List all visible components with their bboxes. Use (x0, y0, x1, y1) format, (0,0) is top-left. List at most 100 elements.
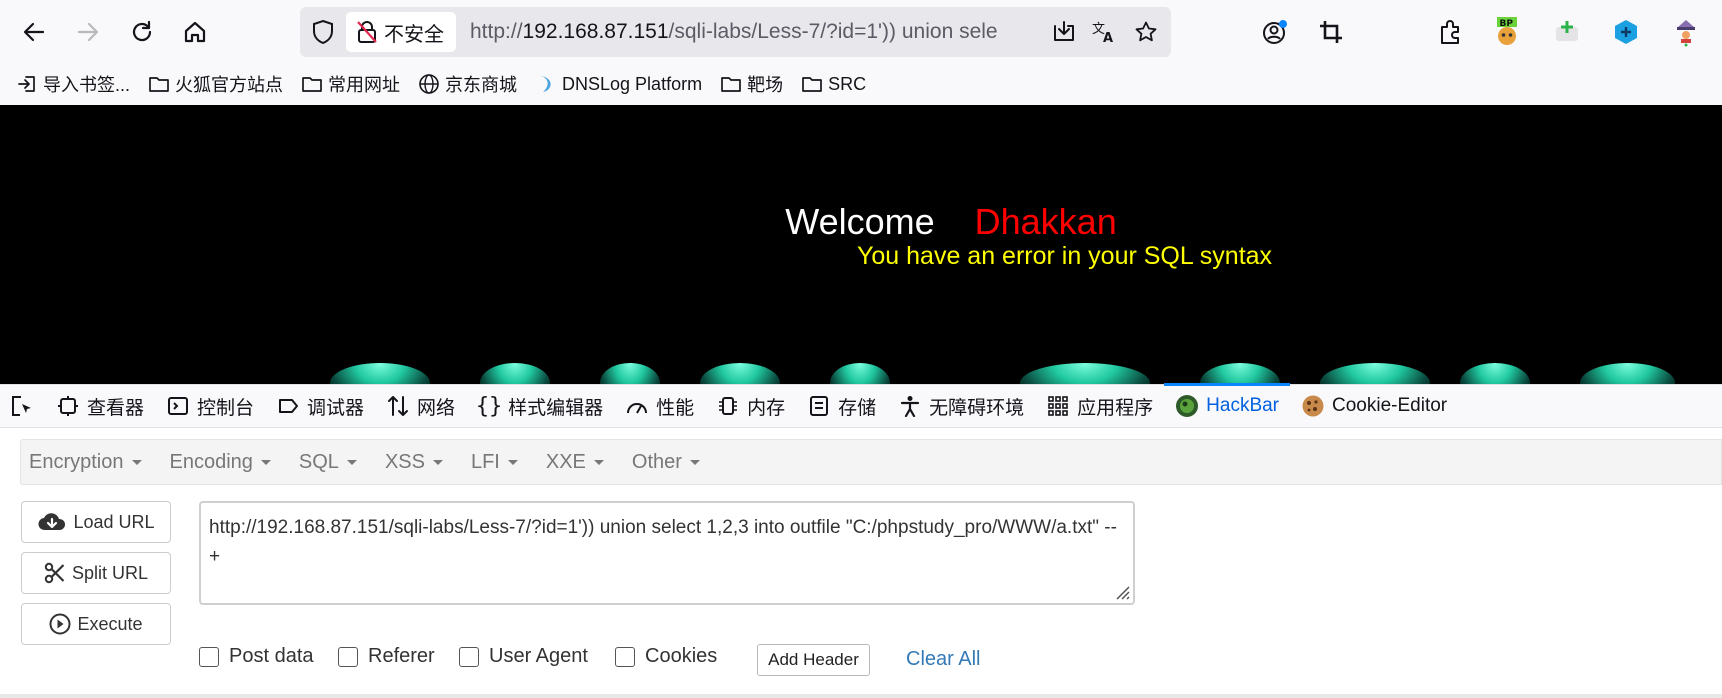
tab-style-editor[interactable]: {} 样式编辑器 (466, 384, 614, 428)
wappalyzer-extension[interactable] (1608, 14, 1644, 50)
menu-label: Other (631, 450, 682, 473)
forward-button[interactable] (70, 14, 106, 50)
menu-label: XSS (384, 450, 425, 473)
network-icon (386, 394, 410, 418)
menu-lfi[interactable]: LFI (471, 451, 518, 474)
spy-icon (1677, 20, 1695, 47)
referer-option[interactable]: Referer (338, 645, 435, 668)
tab-storage[interactable]: 存储 (796, 384, 887, 428)
reload-button[interactable] (124, 14, 160, 50)
bookmark-label: 导入书签... (43, 75, 131, 95)
devtools-tab-bar: 查看器 控制台 调试器 网络 {} 样式编辑器 性能 内存 存储 无障碍环境 应… (0, 383, 1722, 428)
bookmark-label: 京东商城 (445, 75, 518, 95)
back-button[interactable] (16, 14, 52, 50)
burp-proxy-extension[interactable]: BP (1489, 14, 1525, 50)
bookmarks-bar: 导入书签... 火狐官方站点 常用网址 京东商城 DNSLog Platform… (0, 64, 1722, 104)
cookies-checkbox[interactable] (615, 646, 635, 667)
tab-debugger[interactable]: 调试器 (265, 384, 375, 428)
url-textarea[interactable]: http://192.168.87.151/sqli-labs/Less-7/?… (199, 501, 1135, 605)
tab-inspector[interactable]: 查看器 (45, 384, 155, 428)
extensions-button[interactable] (1432, 14, 1468, 50)
tab-label: 查看器 (87, 397, 145, 419)
post-data-checkbox[interactable] (199, 646, 219, 667)
bookmark-item[interactable]: 导入书签... (16, 71, 130, 97)
url-textarea-value: http://192.168.87.151/sqli-labs/Less-7/?… (209, 517, 1117, 567)
add-extension-button[interactable] (1549, 14, 1585, 50)
tab-application[interactable]: 应用程序 (1035, 384, 1164, 428)
tab-hackbar[interactable]: HackBar (1164, 383, 1290, 428)
menu-other[interactable]: Other (632, 451, 700, 474)
caret-down-icon (131, 459, 142, 465)
tab-label: 网络 (417, 397, 456, 419)
bookmark-item[interactable]: DNSLog Platform (535, 73, 702, 95)
tab-cookie-editor[interactable]: Cookie-Editor (1290, 384, 1458, 428)
tab-label: 应用程序 (1077, 397, 1154, 419)
translate-icon[interactable]: 文A (1090, 19, 1118, 45)
folder-icon (801, 73, 823, 95)
screenshot-button[interactable] (1313, 14, 1349, 50)
spy-extension[interactable] (1668, 14, 1704, 50)
referer-checkbox[interactable] (338, 646, 358, 667)
cookies-label: Cookies (645, 645, 718, 667)
menu-xss[interactable]: XSS (385, 451, 443, 474)
banner-glow-shape (1020, 363, 1150, 384)
banner-glow-shape (1320, 363, 1430, 384)
caret-down-icon (260, 459, 271, 465)
home-button[interactable] (177, 14, 213, 50)
url-input[interactable]: http://192.168.87.151/sqli-labs/Less-7/?… (470, 7, 1038, 57)
banner-glow-shape (330, 363, 430, 384)
user-agent-checkbox[interactable] (459, 646, 479, 667)
banner-glow-shape (1460, 363, 1530, 384)
bookmark-item[interactable]: 火狐官方站点 (148, 71, 283, 97)
svg-text:BP: BP (1500, 19, 1514, 29)
tab-memory[interactable]: 内存 (705, 384, 796, 428)
back-arrow-icon (23, 22, 45, 42)
download-page-icon[interactable] (1050, 19, 1078, 45)
accessibility-icon (898, 394, 922, 418)
menu-encoding[interactable]: Encoding (170, 451, 271, 474)
home-icon (184, 21, 206, 43)
svg-text:A: A (1103, 31, 1113, 44)
menu-encryption[interactable]: Encryption (29, 451, 142, 474)
post-data-option[interactable]: Post data (199, 645, 314, 668)
bookmark-item[interactable]: 常用网址 (301, 71, 400, 97)
performance-icon (625, 394, 649, 418)
tab-network[interactable]: 网络 (375, 384, 466, 428)
sql-error-message: You have an error in your SQL syntax (857, 242, 1273, 270)
bookmark-label: SRC (828, 73, 867, 94)
url-bar[interactable]: 不安全 http://192.168.87.151/sqli-labs/Less… (300, 7, 1171, 57)
banner-glow-shape (700, 363, 780, 384)
tab-console[interactable]: 控制台 (155, 384, 265, 428)
account-button[interactable] (1257, 14, 1293, 50)
tab-accessibility[interactable]: 无障碍环境 (887, 384, 1035, 428)
cookies-option[interactable]: Cookies (615, 645, 717, 668)
load-url-button[interactable]: Load URL (21, 501, 171, 543)
add-header-button[interactable]: Add Header (757, 644, 870, 676)
execute-button[interactable]: Execute (21, 603, 171, 645)
shield-icon[interactable] (310, 19, 336, 45)
clear-all-link[interactable]: Clear All (906, 648, 980, 671)
bookmark-item[interactable]: 靶场 (720, 71, 783, 97)
folder-icon (301, 73, 323, 95)
menu-xxe[interactable]: XXE (546, 451, 604, 474)
bookmark-item[interactable]: 京东商城 (418, 71, 517, 97)
menu-label: Encoding (169, 450, 253, 473)
user-agent-option[interactable]: User Agent (459, 645, 588, 668)
panel-bottom-border (0, 694, 1722, 698)
bookmark-star-icon[interactable] (1132, 19, 1160, 45)
style-editor-icon: {} (475, 393, 503, 419)
globe-icon (418, 73, 440, 95)
welcome-line: Welcome Dhakkan (0, 201, 1722, 243)
resize-grip-icon[interactable] (1111, 581, 1131, 601)
tab-performance[interactable]: 性能 (614, 384, 705, 428)
tab-label: HackBar (1206, 395, 1280, 416)
application-icon (1046, 394, 1070, 418)
element-picker-button[interactable] (0, 384, 45, 428)
insecure-indicator[interactable]: 不安全 (346, 12, 456, 52)
split-url-button[interactable]: Split URL (21, 552, 171, 594)
bookmark-item[interactable]: SRC (801, 73, 866, 95)
storage-icon (807, 394, 831, 418)
account-icon (1263, 20, 1287, 44)
menu-sql[interactable]: SQL (299, 451, 357, 474)
insecure-lock-icon (357, 21, 377, 43)
